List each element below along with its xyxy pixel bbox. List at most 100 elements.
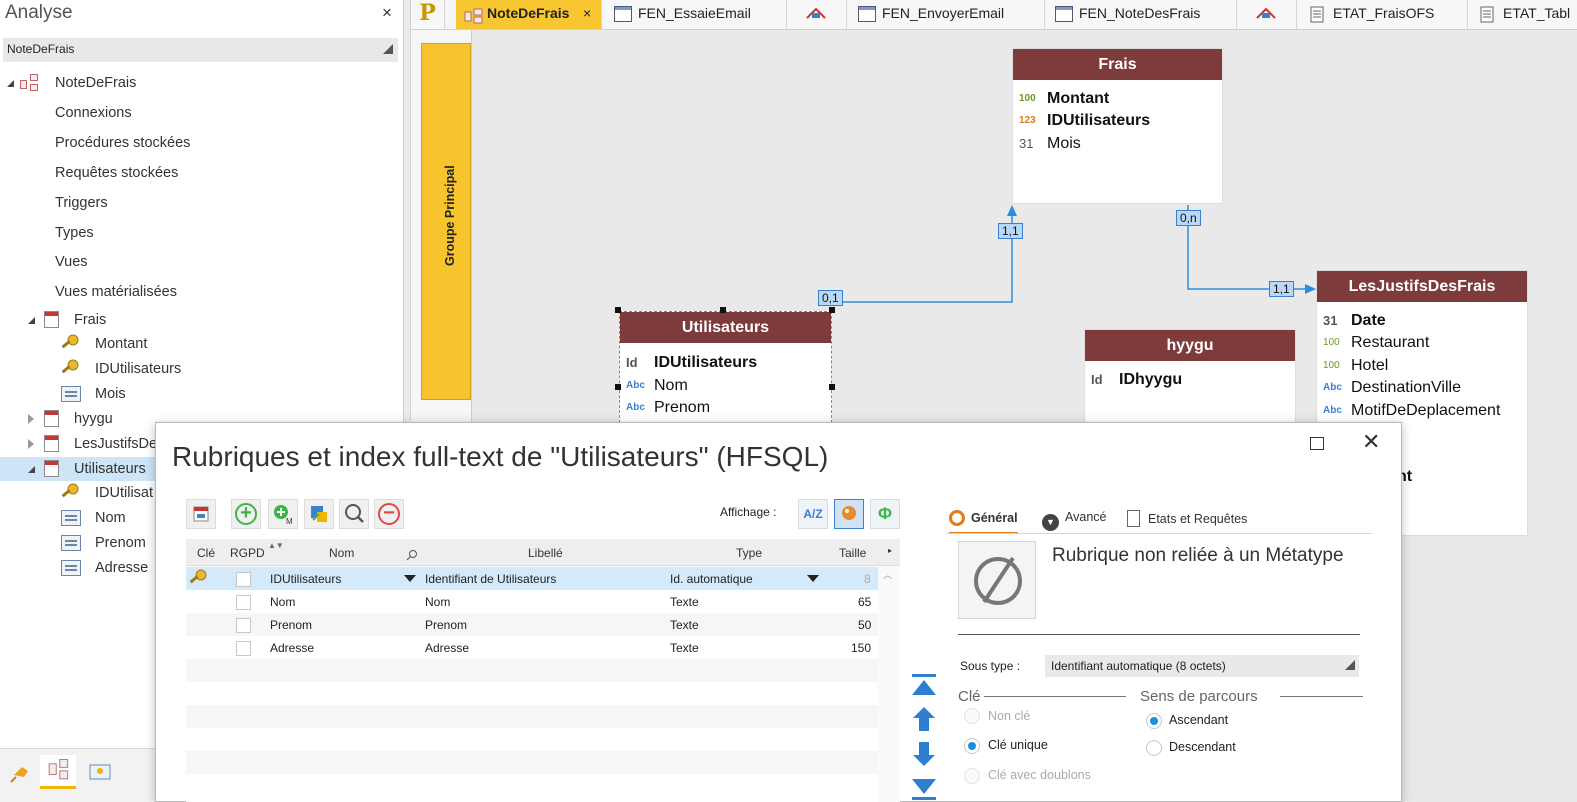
tree-field-idutilisateurs[interactable]: IDUtilisateurs (0, 357, 404, 381)
cell-nom[interactable]: IDUtilisateurs (270, 572, 341, 586)
metatype-box[interactable] (958, 541, 1036, 619)
tab-etat-fraisofs[interactable]: ETAT_FraisOFS (1298, 0, 1468, 29)
close-icon[interactable]: ✕ (1362, 429, 1380, 455)
radio-ascendant[interactable] (1146, 713, 1162, 729)
pin-icon[interactable] (2, 755, 38, 789)
tree-field-montant[interactable]: Montant (0, 332, 404, 356)
cell-type[interactable]: Id. automatique (670, 572, 753, 586)
tree-item-notedefrais[interactable]: NoteDeFrais (0, 71, 404, 95)
table-row-empty[interactable] (186, 682, 878, 705)
column-header-type[interactable]: Type (736, 546, 762, 560)
table-row-empty[interactable] (186, 751, 878, 774)
cell-libelle[interactable]: Prenom (425, 618, 467, 632)
tab-etats-requetes[interactable]: Etats et Requêtes (1127, 510, 1247, 534)
entity-field[interactable]: Abc MotifDeDeplacement (1317, 400, 1527, 422)
rgpd-checkbox[interactable] (236, 595, 251, 610)
tree-item-connexions[interactable]: Connexions (55, 101, 132, 125)
cell-type[interactable]: Texte (670, 595, 699, 609)
entity-field[interactable]: 100 Montant (1013, 88, 1222, 110)
view-mode-button[interactable] (834, 499, 864, 529)
tab-unnamed-2[interactable] (1237, 0, 1297, 29)
analysis-view-button[interactable] (40, 755, 76, 789)
tree-item-vues-materialisees[interactable]: Vues matérialisées (55, 280, 177, 304)
tree-item-triggers[interactable]: Triggers (55, 191, 108, 215)
collapse-icon[interactable] (28, 439, 34, 449)
entity-field[interactable]: Id IDUtilisateurs (620, 352, 830, 374)
expand-icon[interactable] (28, 466, 35, 473)
rgpd-checkbox[interactable] (236, 618, 251, 633)
column-header-taille[interactable]: Taille (839, 546, 866, 560)
sort-az-button[interactable]: A/Z (798, 499, 828, 529)
selection-handle[interactable] (615, 384, 621, 390)
entity-frais[interactable]: Frais 100 Montant 123 IDUtilisateurs 31 … (1012, 48, 1223, 204)
info-panel-icon[interactable] (82, 755, 118, 789)
tab-fen-notedesfrais[interactable]: FEN_NoteDesFrais (1045, 0, 1237, 29)
selection-handle[interactable] (829, 384, 835, 390)
column-more-icon[interactable]: ▸ (888, 546, 892, 555)
tab-notedefrais[interactable]: NoteDeFrais × (456, 0, 602, 29)
tree-field-mois[interactable]: Mois (0, 382, 404, 406)
rgpd-checkbox[interactable] (236, 572, 251, 587)
table-row-empty[interactable] (186, 728, 878, 751)
scroll-up-icon[interactable]: ︿ (883, 568, 892, 581)
search-icon[interactable] (406, 549, 418, 564)
phi-view-button[interactable]: Φ (870, 499, 900, 529)
radio-non-cle[interactable] (964, 708, 980, 724)
cell-nom[interactable]: Prenom (270, 618, 312, 632)
move-top-icon[interactable] (909, 671, 939, 699)
search-field-button[interactable] (339, 499, 369, 529)
entity-field[interactable]: 100 Restaurant (1317, 332, 1527, 354)
delete-field-button[interactable]: − (374, 499, 404, 529)
tab-unnamed-1[interactable] (787, 0, 847, 29)
cell-type[interactable]: Texte (670, 641, 699, 655)
column-header-cle[interactable]: Clé (197, 546, 215, 560)
tree-item-procedures[interactable]: Procédures stockées (55, 131, 190, 155)
expand-icon[interactable] (7, 80, 14, 87)
column-header-nom[interactable]: Nom (329, 546, 354, 560)
cardinality-label[interactable]: 1,1 (1269, 281, 1294, 297)
cell-taille[interactable]: 150 (851, 641, 871, 655)
cardinality-label[interactable]: 0,1 (818, 290, 843, 306)
entity-field[interactable]: 100 Hotel (1317, 355, 1527, 377)
column-header-libelle[interactable]: Libellé (528, 546, 563, 560)
move-up-icon[interactable] (909, 705, 939, 733)
radio-cle-unique[interactable] (964, 738, 980, 754)
cell-taille[interactable]: 65 (858, 595, 871, 609)
tab-close-icon[interactable]: × (583, 0, 591, 27)
import-field-button[interactable] (304, 499, 334, 529)
cell-libelle[interactable]: Adresse (425, 641, 469, 655)
cell-libelle[interactable]: Identifiant de Utilisateurs (425, 572, 556, 586)
tab-general[interactable]: Général (949, 510, 1018, 534)
sort-icon[interactable]: ▲▼ (268, 541, 284, 550)
tree-item-requetes[interactable]: Requêtes stockées (55, 161, 178, 185)
table-row-empty[interactable] (186, 705, 878, 728)
entity-field[interactable]: 123 IDUtilisateurs (1013, 110, 1222, 132)
entity-field[interactable]: Abc DestinationVille (1317, 377, 1527, 399)
tree-item-frais[interactable]: Frais (0, 308, 404, 332)
table-row[interactable]: Prenom Prenom Texte 50 (186, 613, 878, 636)
rgpd-checkbox[interactable] (236, 641, 251, 656)
cell-taille[interactable]: 8 (864, 572, 871, 586)
entity-field[interactable]: Id IDhyygu (1085, 369, 1295, 391)
entity-field[interactable]: 31 Date (1317, 310, 1527, 332)
entity-field[interactable]: 31 Mois (1013, 133, 1222, 155)
entity-utilisateurs[interactable]: Utilisateurs Id IDUtilisateurs Abc Nom A… (619, 311, 832, 423)
table-scrollbar[interactable]: ︿ (878, 566, 900, 802)
project-button[interactable]: P (411, 0, 445, 29)
tree-item-types[interactable]: Types (55, 221, 94, 245)
move-down-icon[interactable] (909, 740, 939, 768)
entity-field[interactable]: Abc Prenom (620, 397, 830, 419)
maximize-icon[interactable] (1310, 437, 1324, 450)
table-row[interactable]: Nom Nom Texte 65 (186, 590, 878, 613)
chevron-down-icon[interactable] (807, 575, 819, 582)
entity-field[interactable]: Abc Nom (620, 375, 830, 397)
column-header-rgpd[interactable]: RGPD (230, 546, 265, 560)
cardinality-label[interactable]: 1,1 (998, 223, 1023, 239)
radio-descendant[interactable] (1146, 740, 1162, 756)
panel-splitter[interactable] (404, 0, 411, 420)
close-icon[interactable]: × (382, 3, 392, 23)
add-field-button[interactable]: + (231, 499, 261, 529)
selection-handle[interactable] (615, 307, 621, 313)
table-row[interactable]: IDUtilisateurs Identifiant de Utilisateu… (186, 567, 878, 590)
entity-hyygu[interactable]: hyygu Id IDhyygu (1084, 329, 1296, 429)
